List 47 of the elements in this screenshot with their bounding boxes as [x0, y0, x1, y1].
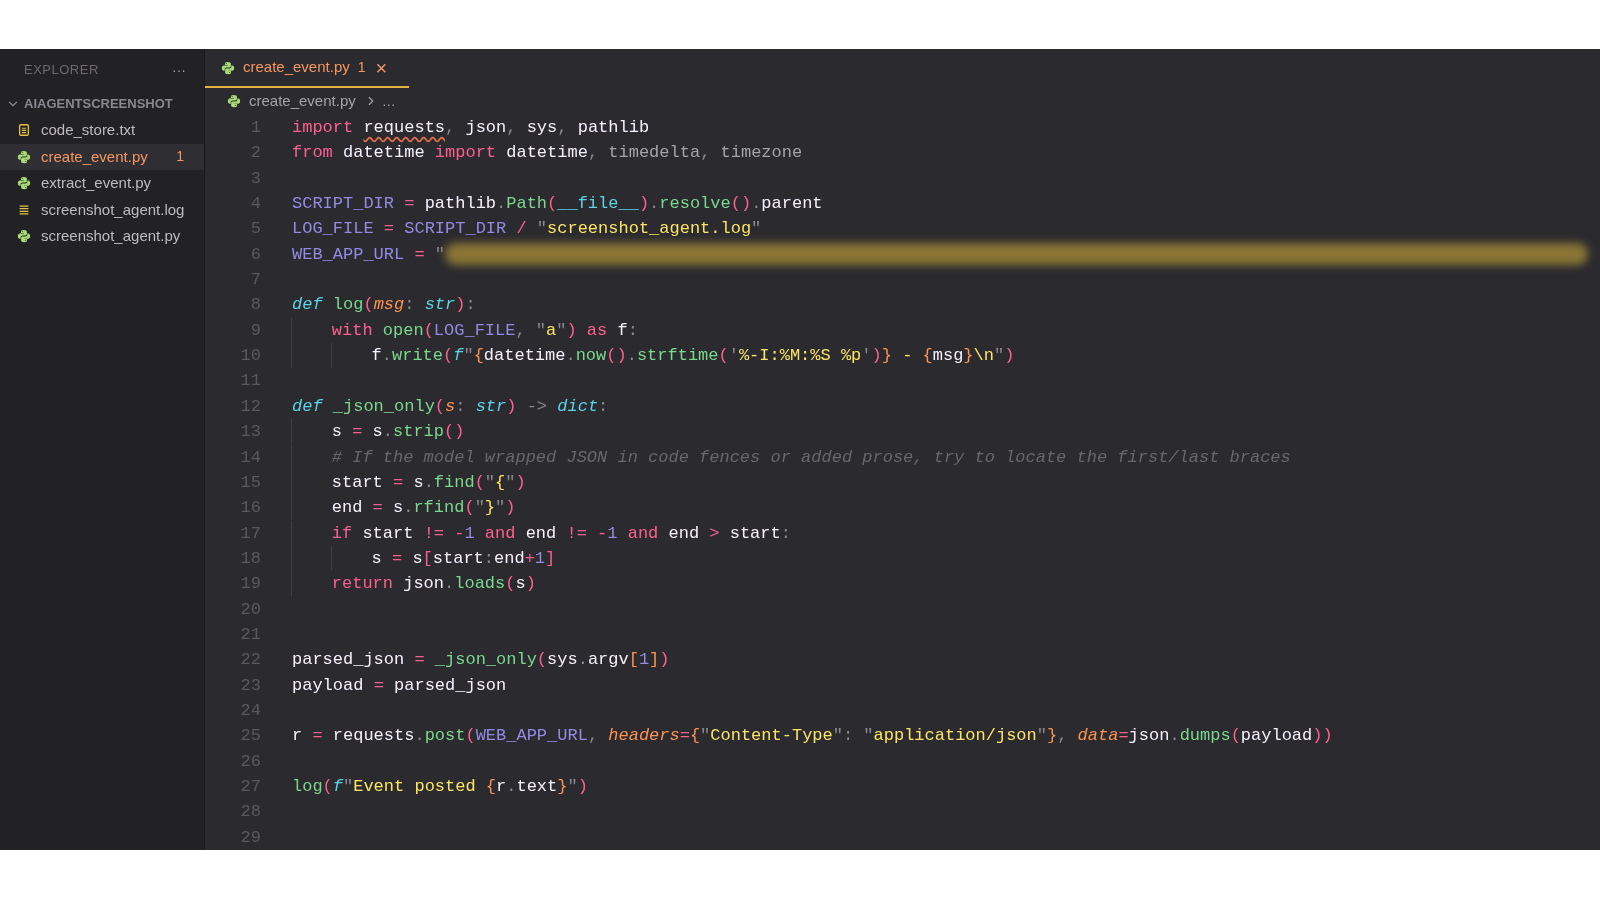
python-file-icon	[17, 149, 31, 164]
code-line: log(f"Event posted {r.text}")	[292, 775, 588, 798]
code-line: payload = parsed_json	[292, 674, 507, 697]
code-line: start = s.find("{")	[292, 469, 526, 496]
close-button[interactable]: ×	[375, 57, 388, 78]
code-line: s = s.strip()	[292, 419, 465, 445]
code-line: # If the model wrapped JSON in code fences or added prose, try to locate the first/last braces	[292, 444, 1291, 470]
code-line: parsed_json = _json_only(sys.argv[1])	[292, 649, 670, 672]
code-line: import requests, json, sys, pathlib	[292, 117, 650, 140]
file-item[interactable]: screenshot_agent.log	[0, 196, 204, 223]
file-item[interactable]: code_store.txt	[0, 117, 204, 144]
code-line: s = s[start:end+1]	[292, 545, 556, 572]
tab-title: create_event.py	[243, 57, 350, 78]
file-name: screenshot_agent.py	[41, 226, 181, 246]
code-line: with open(LOG_FILE, "a") as f:	[292, 317, 638, 344]
code-line: return json.loads(s)	[292, 571, 536, 597]
code-line: LOG_FILE = SCRIPT_DIR / "screenshot_agent.log"	[292, 218, 762, 241]
code-line: WEB_APP_URL = "	[292, 243, 446, 266]
code-line: f.write(f"{datetime.now().strftime('%-I:%M:%S %p')} - {msg}\n")	[292, 343, 1015, 369]
python-file-icon	[17, 176, 31, 191]
more-button[interactable]: ···	[172, 63, 186, 77]
editor-tab[interactable]: create_event.py 1 ×	[205, 49, 409, 88]
problem-count: 1	[357, 58, 366, 77]
sidebar-title: EXPLORER	[24, 61, 99, 80]
file-item[interactable]: screenshot_agent.py	[0, 223, 204, 250]
file-name: create_event.py	[41, 146, 148, 167]
folder-row[interactable]: AIAGENTSCREENSHOT	[0, 91, 204, 117]
file-name: extract_event.py	[41, 173, 152, 193]
python-file-icon	[221, 60, 235, 75]
code-line: def _json_only(s: str) -> dict:	[292, 395, 609, 418]
python-file-icon	[227, 94, 241, 108]
code-line: r = requests.post(WEB_APP_URL, headers={"Content-Type": "application/json"}, data=json.dumps(payload))	[292, 725, 1333, 748]
file-item[interactable]: extract_event.py	[0, 170, 204, 197]
file-name: screenshot_agent.log	[41, 199, 185, 220]
code-line: end = s.rfind("}")	[292, 495, 516, 521]
problem-count: 1	[176, 147, 184, 167]
code-line: def log(msg: str):	[292, 294, 476, 317]
python-file-icon	[17, 229, 31, 244]
breadcrumb-item[interactable]: …	[381, 90, 396, 112]
code-line: if start != -1 and end != -1 and end > start:	[292, 520, 791, 546]
text-file-icon	[17, 123, 31, 138]
code-line: from datetime import datetime, timedelta, timezone	[292, 142, 803, 165]
file-item[interactable]: create_event.py 1	[0, 143, 204, 170]
code-line: SCRIPT_DIR = pathlib.Path(__file__).resolve().parent	[292, 193, 823, 216]
log-file-icon	[17, 202, 31, 217]
file-name: code_store.txt	[41, 120, 136, 140]
breadcrumb-item[interactable]: create_event.py	[249, 89, 356, 113]
